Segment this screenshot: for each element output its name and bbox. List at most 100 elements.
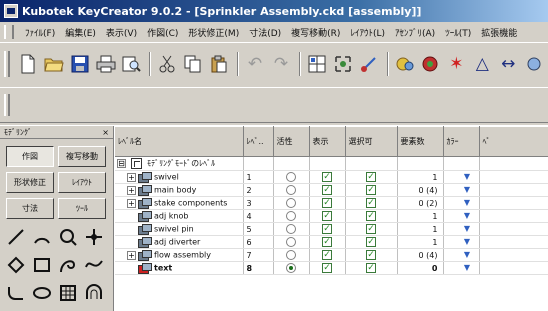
new-file-icon[interactable] [16,51,40,77]
column-header-show[interactable]: 表示 [309,126,346,157]
active-radio[interactable] [286,185,296,195]
menu-view[interactable]: 表示(V) [101,26,142,39]
menu-extensions[interactable]: 拡張機能 [476,26,522,39]
color-picker[interactable]: ▼ [450,172,472,182]
column-header-pen[interactable]: ﾍﾟ [479,126,548,157]
column-header-color[interactable]: ｶﾗｰ [443,126,480,157]
selectable-checkbox[interactable]: ✓ [366,237,376,247]
redo-icon[interactable]: ↷ [269,51,293,77]
offset-icon[interactable] [82,280,106,306]
tools-button[interactable]: ﾂｰﾙ [58,198,106,219]
color-picker[interactable]: ▼ [450,263,472,273]
column-header-selectable[interactable]: 選択可 [345,126,398,157]
splitter[interactable] [0,122,548,125]
window-zoom-icon[interactable] [305,51,329,77]
show-checkbox[interactable]: ✓ [322,237,332,247]
pan-icon[interactable] [357,51,381,77]
menu-file[interactable]: ﾌｧｲﾙ(F) [20,26,60,39]
expand-icon[interactable]: + [127,198,136,208]
expand-icon[interactable]: + [127,185,136,195]
selectable-checkbox[interactable]: ✓ [366,224,376,234]
color-picker[interactable]: ▼ [450,237,472,247]
color-picker[interactable]: ▼ [450,211,472,221]
arc-icon[interactable] [30,224,54,250]
active-radio[interactable] [286,172,296,182]
menu-dimension[interactable]: 寸法(D) [244,26,286,39]
selectable-checkbox[interactable]: ✓ [366,172,376,182]
transform-button[interactable]: 複写移動 [58,146,106,167]
menu-modify[interactable]: 形状修正(M) [183,26,244,39]
color-picker[interactable]: ▼ [450,185,472,195]
color-picker[interactable]: ▼ [450,198,472,208]
chevron-down-icon[interactable]: ▼ [462,198,472,208]
selectable-checkbox[interactable]: ✓ [366,250,376,260]
table-row[interactable]: adj knob 4 ✓ ✓ 1 ▼ [115,209,548,223]
menu-edit[interactable]: 編集(E) [60,26,101,39]
cut-icon[interactable] [155,51,179,77]
print-icon[interactable] [94,51,118,77]
table-row[interactable]: swivel pin 5 ✓ ✓ 1 ▼ [115,222,548,236]
collapse-icon[interactable]: ⊟ [117,159,126,168]
ellipse-icon[interactable] [30,280,54,306]
toolbar-grip[interactable] [4,94,10,116]
table-row[interactable]: + swivel 1 ✓ ✓ 1 ▼ [115,170,548,184]
show-checkbox[interactable]: ✓ [322,172,332,182]
toolbar-grip[interactable] [4,51,10,77]
table-row[interactable]: text 8 ✓ ✓ 0 ▼ [115,261,548,275]
chevron-down-icon[interactable]: ▼ [462,185,472,195]
spline-icon[interactable] [82,252,106,278]
circle-icon[interactable] [56,224,80,250]
chevron-down-icon[interactable]: ▼ [462,224,472,234]
column-header-level-name[interactable]: ﾚﾍﾞﾙ名 [115,126,244,157]
polygon-icon[interactable] [4,252,28,278]
chevron-down-icon[interactable]: ▼ [462,263,472,273]
undo-icon[interactable]: ↶ [243,51,267,77]
table-row[interactable]: + main body 2 ✓ ✓ 0 (4) ▼ [115,183,548,197]
active-radio[interactable] [286,250,296,260]
more-icon[interactable] [522,51,546,77]
open-file-icon[interactable] [42,51,66,77]
selectable-checkbox[interactable]: ✓ [366,185,376,195]
table-row-root[interactable]: ⊟ ﾓﾃﾞﾘﾝｸﾞﾓｰﾄﾞのﾚﾍﾞﾙ [115,156,548,171]
selectable-checkbox[interactable]: ✓ [366,263,376,273]
menu-layout[interactable]: ﾚｲｱｳﾄ(L) [345,26,390,39]
chevron-down-icon[interactable]: ▼ [462,172,472,182]
table-row[interactable]: + flow assembly 7 ✓ ✓ 0 (4) ▼ [115,248,548,262]
point-icon[interactable] [82,224,106,250]
show-checkbox[interactable]: ✓ [322,224,332,234]
chevron-down-icon[interactable]: ▼ [462,211,472,221]
expand-icon[interactable]: + [127,172,136,182]
star-icon[interactable]: ✶ [444,51,468,77]
fit-view-icon[interactable] [331,51,355,77]
close-icon[interactable]: × [102,128,109,137]
menubar-grip[interactable] [4,25,14,39]
curve-icon[interactable] [56,252,80,278]
layout-button[interactable]: ﾚｲｱｳﾄ [58,172,106,193]
color-picker[interactable]: ▼ [450,224,472,234]
show-checkbox[interactable]: ✓ [322,211,332,221]
fillet-icon[interactable] [4,280,28,306]
paste-icon[interactable] [207,51,231,77]
selectable-checkbox[interactable]: ✓ [366,198,376,208]
active-radio[interactable] [286,224,296,234]
table-row[interactable]: + stake components 3 ✓ ✓ 0 (2) ▼ [115,196,548,210]
show-checkbox[interactable]: ✓ [322,263,332,273]
active-radio[interactable] [286,237,296,247]
show-checkbox[interactable]: ✓ [322,198,332,208]
active-radio[interactable] [286,263,296,273]
chevron-down-icon[interactable]: ▼ [462,250,472,260]
active-radio[interactable] [286,211,296,221]
menu-assembly[interactable]: ｱｾﾝﾌﾞﾘ(A) [390,26,440,39]
show-checkbox[interactable]: ✓ [322,185,332,195]
copy-icon[interactable] [181,51,205,77]
menu-transform[interactable]: 複写移動(R) [286,26,345,39]
expand-icon[interactable]: + [127,250,136,260]
hatch-icon[interactable] [56,280,80,306]
column-header-entity-count[interactable]: 要素数 [397,126,444,157]
selectable-checkbox[interactable]: ✓ [366,211,376,221]
column-header-active[interactable]: 活性 [273,126,310,157]
show-checkbox[interactable]: ✓ [322,250,332,260]
display-icon[interactable] [393,51,417,77]
active-radio[interactable] [286,198,296,208]
triangle-icon[interactable]: △ [470,51,494,77]
